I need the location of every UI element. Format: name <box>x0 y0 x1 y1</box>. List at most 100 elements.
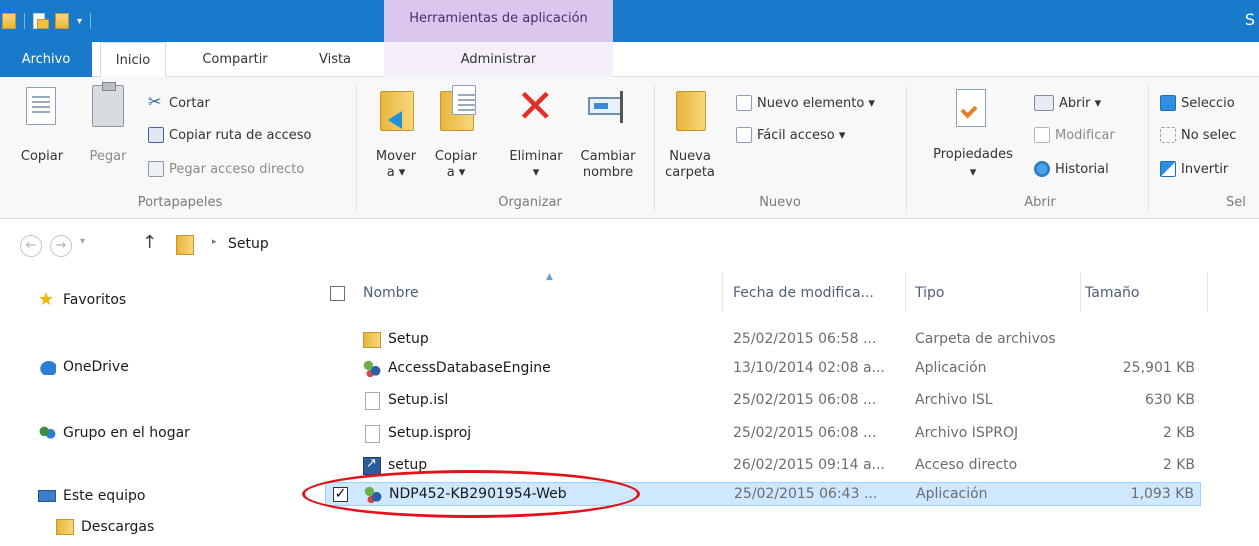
select-none-icon <box>1160 127 1176 143</box>
history-label: Historial <box>1055 161 1109 177</box>
rename-icon <box>588 97 622 115</box>
file-name: Setup.isl <box>388 392 449 408</box>
select-group-label: Sel <box>1226 195 1246 210</box>
paste-shortcut-button[interactable]: Pegar acceso directo <box>148 161 304 177</box>
file-size: 2 KB <box>1162 457 1195 473</box>
paste-shortcut-icon <box>148 161 164 177</box>
folder-icon <box>2 13 16 29</box>
file-type: Acceso directo <box>915 457 1018 473</box>
annotation-ellipse <box>302 470 640 518</box>
ribbon-tab-row <box>0 42 1259 77</box>
select-none-button[interactable]: No selec <box>1160 127 1236 143</box>
copy-path-label: Copiar ruta de acceso <box>169 127 312 143</box>
toolbar-separator <box>24 13 25 29</box>
edit-label: Modificar <box>1055 127 1115 143</box>
new-folder-icon <box>676 91 706 131</box>
delete-dropdown: ▾ <box>532 165 540 180</box>
toolbar-separator <box>90 13 92 29</box>
open-label: Abrir ▾ <box>1059 95 1102 111</box>
file-type: Carpeta de archivos <box>915 331 1056 347</box>
paste-shortcut-label: Pegar acceso directo <box>169 161 305 177</box>
properties-dropdown: ▾ <box>969 165 977 180</box>
rename-label: Cambiar <box>580 149 636 164</box>
group-separator <box>356 85 357 213</box>
nav-item-favorites[interactable]: ★ Favoritos <box>38 291 126 309</box>
nav-item-label: OneDrive <box>63 359 129 375</box>
new-item-button[interactable]: Nuevo elemento ▾ <box>736 95 875 111</box>
file-row[interactable]: AccessDatabaseEngine 13/10/2014 02:08 a.… <box>325 357 1201 381</box>
file-row[interactable]: Setup.isl 25/02/2015 06:08 ... Archivo I… <box>325 389 1201 413</box>
computer-icon <box>38 490 56 502</box>
column-header-size[interactable]: Tamaño <box>1085 285 1139 301</box>
new-item-label: Nuevo elemento ▾ <box>757 95 875 111</box>
edit-button[interactable]: Modificar <box>1034 127 1115 143</box>
document-icon <box>365 425 380 443</box>
cloud-icon <box>38 359 56 375</box>
nav-item-this-pc[interactable]: Este equipo <box>38 488 145 504</box>
rename-label-2: nombre <box>582 165 634 180</box>
arrow-left-icon <box>388 111 402 129</box>
copy-path-button[interactable]: Copiar ruta de acceso <box>148 127 312 143</box>
file-type: Archivo ISPROJ <box>915 425 1019 441</box>
breadcrumb-separator[interactable]: ▸ <box>212 237 217 247</box>
tab-home[interactable]: Inicio <box>100 42 166 78</box>
easy-access-button[interactable]: Fácil acceso ▾ <box>736 127 845 143</box>
file-row[interactable]: Setup 25/02/2015 06:58 ... Carpeta de ar… <box>325 328 1201 352</box>
column-divider[interactable] <box>1207 272 1208 312</box>
column-divider[interactable] <box>1080 272 1081 312</box>
column-divider[interactable] <box>905 272 906 312</box>
history-button[interactable]: Historial <box>1034 161 1109 177</box>
file-type: Aplicación <box>915 360 987 376</box>
invert-selection-label: Invertir <box>1181 161 1229 177</box>
move-to-label: Mover <box>375 149 417 164</box>
file-date: 25/02/2015 06:08 ... <box>733 425 877 441</box>
column-header-type[interactable]: Tipo <box>915 285 944 301</box>
back-button[interactable]: ← <box>20 235 42 257</box>
column-header-date[interactable]: Fecha de modifica... <box>733 285 874 301</box>
group-separator <box>654 85 655 213</box>
nav-item-onedrive[interactable]: OneDrive <box>38 359 129 375</box>
nav-item-homegroup[interactable]: Grupo en el hogar <box>38 425 190 441</box>
quick-access-toolbar: ▾ <box>0 0 99 42</box>
cut-button[interactable]: Cortar <box>148 92 210 111</box>
invert-selection-icon <box>1160 161 1176 177</box>
installer-icon <box>363 360 381 378</box>
column-header-name[interactable]: Nombre <box>363 285 419 301</box>
column-divider[interactable] <box>722 272 723 312</box>
tab-share[interactable]: Compartir <box>190 42 280 77</box>
folder-icon <box>176 235 194 255</box>
group-separator <box>1148 85 1149 213</box>
nav-item-downloads[interactable]: Descargas <box>56 519 154 535</box>
select-all-button[interactable]: Seleccio <box>1160 95 1235 111</box>
folder-icon <box>363 332 381 348</box>
ribbon: Copiar Pegar Cortar Copiar ruta de acces… <box>0 77 1259 219</box>
up-button[interactable]: ↑ <box>142 232 157 253</box>
new-item-icon <box>736 95 752 111</box>
clipboard-group-label: Portapapeles <box>137 195 223 210</box>
new-folder-icon[interactable] <box>55 13 69 29</box>
file-type: Archivo ISL <box>915 392 993 408</box>
tab-view[interactable]: Vista <box>305 42 365 77</box>
organize-group-label: Organizar <box>498 195 562 210</box>
customize-toolbar-dropdown-icon[interactable]: ▾ <box>77 16 82 27</box>
file-size: 1,093 KB <box>1130 486 1194 502</box>
edit-icon <box>1034 127 1050 143</box>
properties-label: Propiedades <box>933 147 1013 162</box>
copy-to-label-2: a ▾ <box>446 165 466 180</box>
open-button[interactable]: Abrir ▾ <box>1034 95 1101 111</box>
copy-icon <box>26 87 56 125</box>
breadcrumb-setup[interactable]: Setup <box>228 236 269 252</box>
recent-locations-dropdown[interactable]: ▾ <box>80 236 85 247</box>
forward-button[interactable]: → <box>50 235 72 257</box>
file-type: Aplicación <box>916 486 988 502</box>
invert-selection-button[interactable]: Invertir <box>1160 161 1228 177</box>
file-name: Setup.isproj <box>388 425 472 441</box>
address-bar: ← → ▾ ↑ ▸ Setup <box>0 219 1259 273</box>
select-all-checkbox[interactable] <box>330 286 345 301</box>
file-row[interactable]: Setup.isproj 25/02/2015 06:08 ... Archiv… <box>325 422 1201 446</box>
tab-manage[interactable]: Administrar <box>384 42 613 77</box>
file-size: 630 KB <box>1145 392 1195 408</box>
tab-file[interactable]: Archivo <box>0 42 92 77</box>
properties-icon[interactable] <box>33 13 49 29</box>
paste-label: Pegar <box>89 149 127 164</box>
